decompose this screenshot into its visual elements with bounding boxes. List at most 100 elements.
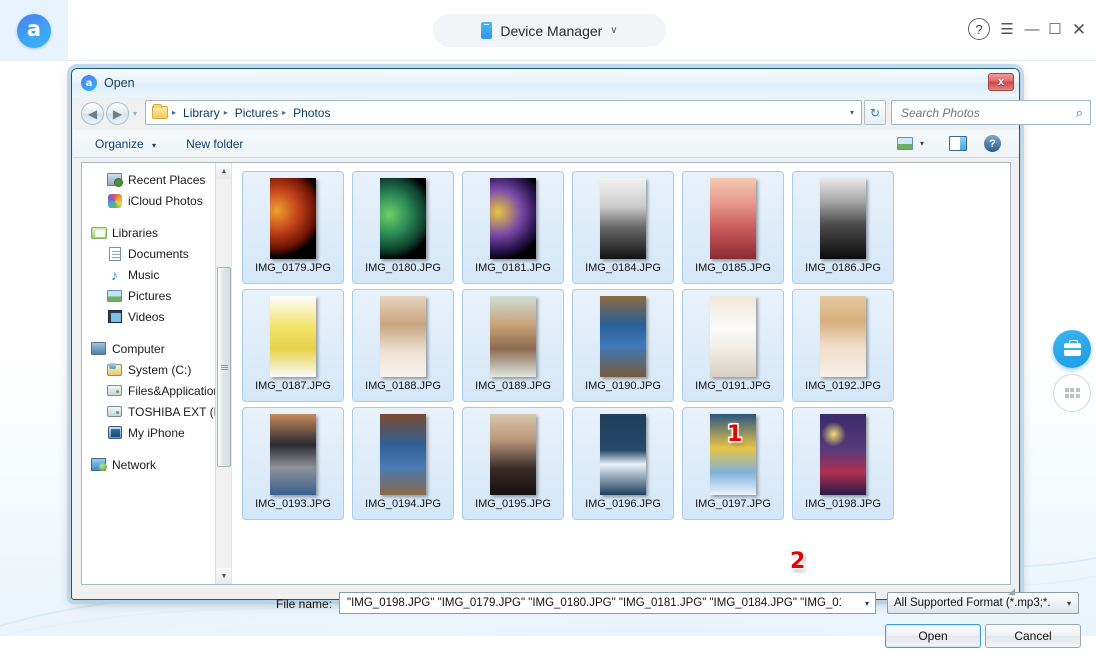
file-thumbnail[interactable]: IMG_0194.JPG [352,407,454,520]
file-thumbnail[interactable]: IMG_0187.JPG [242,289,344,402]
sidebar-item-label: Music [128,267,160,282]
search-icon: ⌕ [1075,104,1083,120]
dialog-close-button[interactable]: x [988,73,1014,91]
device-manager-button[interactable]: Device Manager ∨ [433,14,666,47]
open-button[interactable]: Open [885,624,981,648]
sidebar-item-documents[interactable]: Documents [82,243,231,264]
search-input[interactable] [899,104,1059,121]
computer-icon-glyph [91,342,106,355]
sidebar-item-pictures[interactable]: Pictures [82,285,231,306]
file-thumbnail[interactable]: IMG_0179.JPG [242,171,344,284]
dialog-toolbar: Organize ▾ New folder ▾ ? [73,130,1019,158]
filename-field[interactable]: ▾ [339,592,876,614]
filename-input[interactable] [345,596,843,610]
sidebar-item-libraries[interactable]: Libraries [82,222,231,243]
sidebar-item-system-c[interactable]: System (C:) [82,359,231,380]
file-name-label: IMG_0185.JPG [695,262,771,274]
file-list-area: IMG_0179.JPG IMG_0180.JPG IMG_0181.JPG IMG_… [232,163,1010,584]
file-thumbnail[interactable]: IMG_0192.JPG [792,289,894,402]
thumbnail-image [820,178,866,259]
sidebar-item-network[interactable]: Network [82,454,231,475]
dialog-app-icon-glyph: a [85,77,93,89]
file-format-dropdown[interactable]: All Supported Format (*.mp3;*. ▾ [887,592,1079,614]
change-view-button[interactable]: ▾ [896,137,924,150]
sidebar-item-recent-places[interactable]: Recent Places [82,169,231,190]
breadcrumb-sep-2: ▸ [282,108,287,117]
help-icon: ? [984,135,1001,152]
back-button[interactable]: ◀ [81,102,104,125]
scrollbar-thumb[interactable] [217,267,231,467]
minimize-button[interactable]: — [1022,18,1042,40]
iphone-icon [106,425,123,440]
refresh-button[interactable]: ↻ [864,100,886,125]
breadcrumb-sep-1: ▸ [223,108,228,117]
sidebar-item-videos[interactable]: Videos [82,306,231,327]
toolbox-button[interactable] [1053,330,1091,368]
toolbar-help-button[interactable]: ? [984,135,1001,152]
apps-grid-button[interactable] [1053,374,1091,412]
chevron-down-icon: ▾ [919,139,924,148]
help-button[interactable]: ? [968,18,990,40]
cancel-button[interactable]: Cancel [985,624,1081,648]
file-thumbnail[interactable]: IMG_0196.JPG [572,407,674,520]
file-thumbnail[interactable]: IMG_0186.JPG [792,171,894,284]
file-thumbnail[interactable]: IMG_0193.JPG [242,407,344,520]
maximize-button[interactable]: ☐ [1045,18,1065,40]
file-thumbnail[interactable]: IMG_0198.JPG [792,407,894,520]
sidebar-item-label: Documents [128,246,189,261]
thumbnail-image [380,414,426,495]
breadcrumb-sep-0: ▸ [172,108,177,117]
file-name-label: IMG_0186.JPG [805,262,881,274]
file-name-label: IMG_0184.JPG [585,262,661,274]
file-thumbnail[interactable]: IMG_0191.JPG [682,289,784,402]
sidebar-item-label: iCloud Photos [128,193,203,208]
dialog-body: Recent Places iCloud Photos Libraries Docum… [81,162,1011,585]
file-thumbnail[interactable]: IMG_0189.JPG [462,289,564,402]
toolbox-icon [1063,339,1081,356]
computer-icon [90,341,107,356]
thumbnail-image [820,296,866,377]
pictures-icon-glyph [107,289,122,302]
file-thumbnail[interactable]: IMG_0185.JPG [682,171,784,284]
close-button[interactable]: ✕ [1069,18,1089,40]
file-thumbnail[interactable]: IMG_0181.JPG [462,171,564,284]
phone-icon [481,22,493,39]
breadcrumb-item-pictures[interactable]: Pictures [235,106,278,120]
file-name-label: IMG_0197.JPG [695,498,771,510]
resize-grip-icon[interactable]: ◢ [1008,586,1015,597]
organize-button[interactable]: Organize ▾ [95,137,156,151]
file-thumbnail[interactable]: IMG_0184.JPG [572,171,674,284]
hamburger-menu-icon[interactable]: ☰ [997,18,1017,40]
sidebar-scrollbar[interactable]: ▲ ▼ [215,163,231,584]
breadcrumb[interactable]: ▸ Library ▸ Pictures ▸ Photos ▾ [145,100,862,125]
file-thumbnail[interactable]: IMG_0190.JPG [572,289,674,402]
thumbnail-image [490,296,536,377]
sidebar-item-icloud-photos[interactable]: iCloud Photos [82,190,231,211]
path-dropdown-icon[interactable]: ▾ [850,108,854,117]
file-thumbnail[interactable]: IMG_0195.JPG [462,407,564,520]
scroll-down-icon[interactable]: ▼ [216,568,231,584]
chevron-down-icon[interactable]: ▾ [865,599,869,608]
history-dropdown-icon[interactable]: ▾ [133,109,137,118]
breadcrumb-item-photos[interactable]: Photos [293,106,330,120]
file-thumbnail[interactable]: IMG_0188.JPG [352,289,454,402]
sidebar-item-files-application[interactable]: Files&Application [82,380,231,401]
sidebar-item-my-iphone[interactable]: My iPhone [82,422,231,443]
sidebar-item-computer[interactable]: Computer [82,338,231,359]
preview-pane-button[interactable] [949,136,967,151]
app-logo: a [0,0,68,61]
hard-drive-icon [106,383,123,398]
icloud-photos-icon-glyph [107,193,122,208]
forward-button[interactable]: ▶ [106,102,129,125]
scroll-up-icon[interactable]: ▲ [216,163,231,179]
sidebar-item-label: My iPhone [128,425,185,440]
file-thumbnail[interactable]: IMG_0180.JPG [352,171,454,284]
new-folder-button[interactable]: New folder [186,137,243,151]
sidebar-item-toshiba-ext-e[interactable]: TOSHIBA EXT (E: [82,401,231,422]
search-box[interactable]: ⌕ [891,100,1091,125]
hard-drive-icon [106,404,123,419]
sidebar-item-music[interactable]: ♪ Music [82,264,231,285]
breadcrumb-item-library[interactable]: Library [183,106,220,120]
